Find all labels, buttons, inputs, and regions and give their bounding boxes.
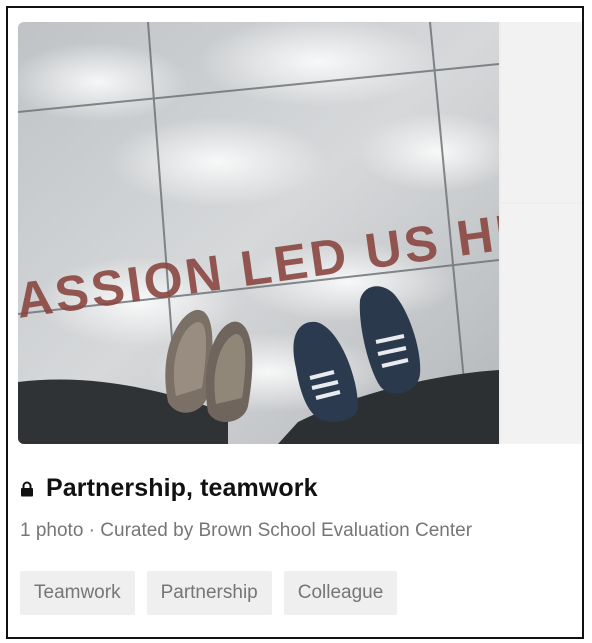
lock-icon: [20, 481, 34, 497]
cover-photo[interactable]: ASSION LED US HE: [18, 22, 499, 444]
collection-title[interactable]: Partnership, teamwork: [46, 474, 318, 503]
collection-card[interactable]: ASSION LED US HE Partnership, teamwork 1…: [6, 6, 584, 639]
tag-list: Teamwork Partnership Colleague: [20, 571, 398, 615]
tag-colleague[interactable]: Colleague: [283, 571, 398, 615]
collection-title-row[interactable]: Partnership, teamwork: [20, 474, 318, 503]
tertiary-photo-placeholder: [501, 204, 582, 444]
tag-teamwork[interactable]: Teamwork: [20, 571, 135, 615]
collection-meta: 1 photo · Curated by Brown School Evalua…: [20, 520, 473, 541]
secondary-photo-placeholder: [501, 22, 582, 202]
collection-preview[interactable]: ASSION LED US HE: [18, 22, 582, 444]
tag-partnership[interactable]: Partnership: [146, 571, 272, 615]
